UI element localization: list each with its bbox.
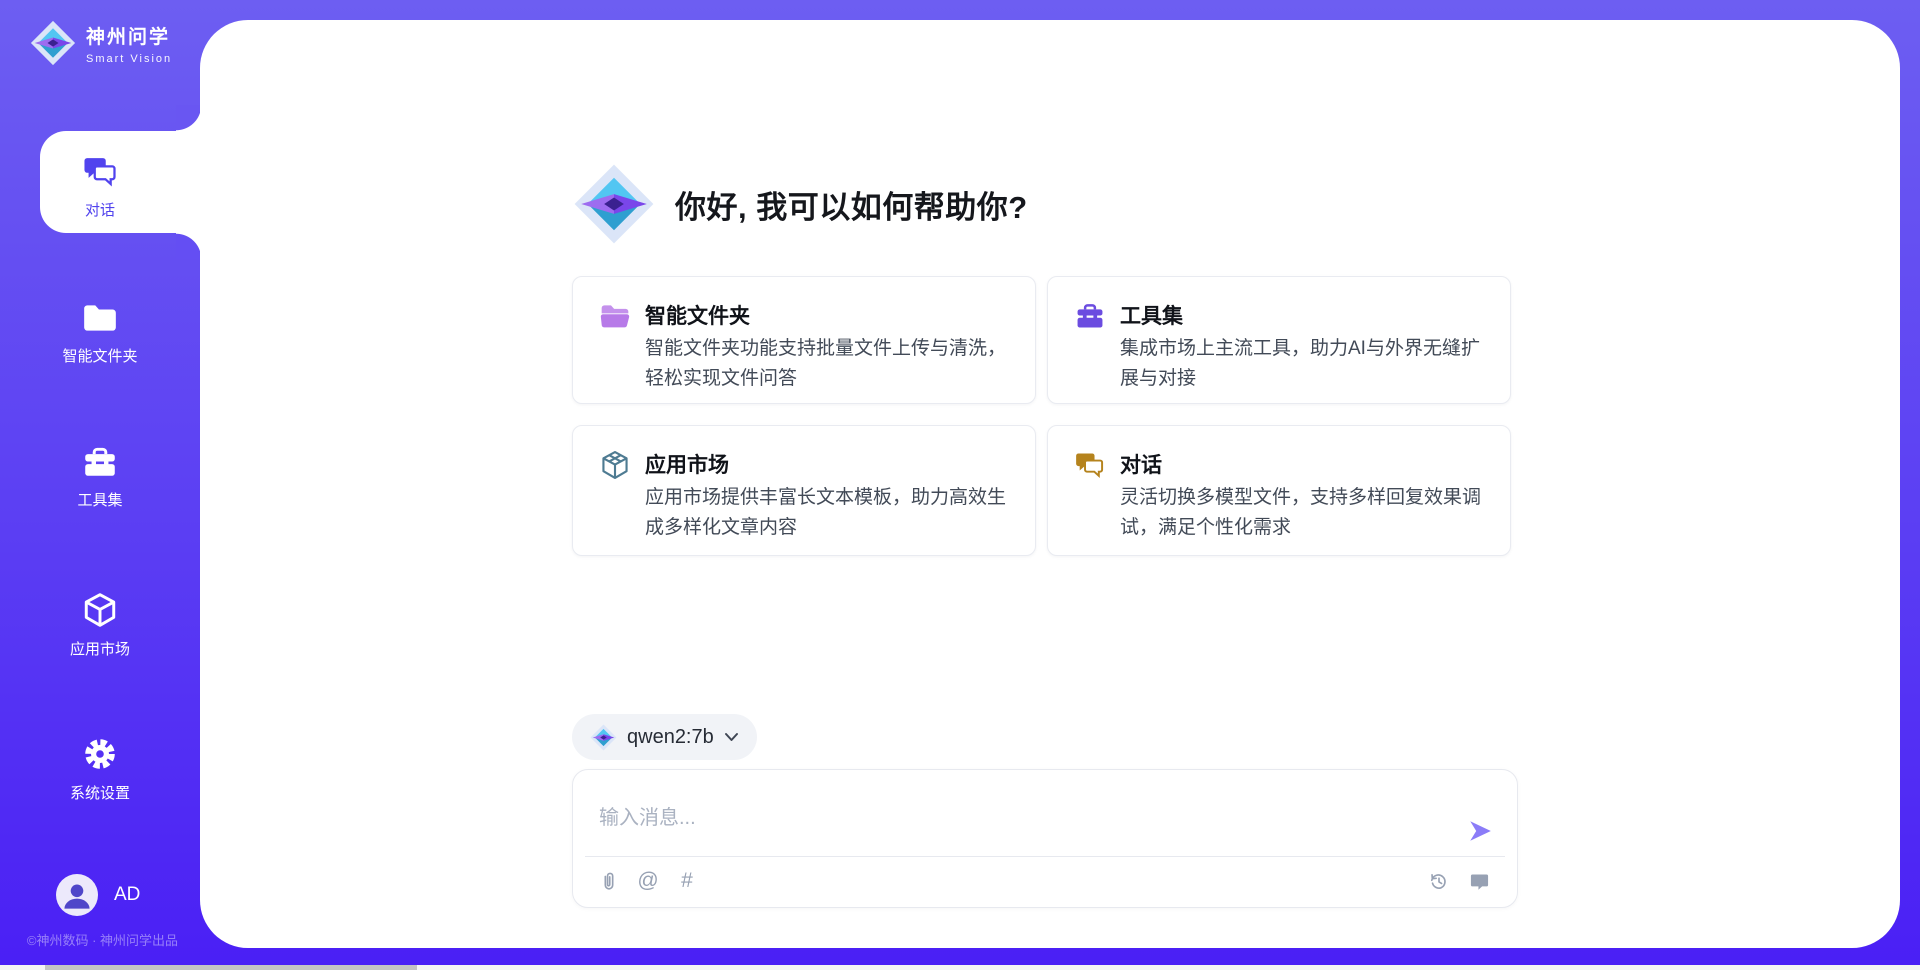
sidebar-item-label: 智能文件夹 (62, 345, 137, 366)
brand-subtitle: Smart Vision (86, 53, 172, 65)
folder-icon (81, 300, 119, 336)
horizontal-scrollbar (0, 965, 1920, 970)
card-description: 智能文件夹功能支持批量文件上传与清洗，轻松实现文件问答 (645, 334, 1021, 394)
message-composer: @ # (572, 769, 1518, 908)
sidebar-item-label: 应用市场 (70, 638, 130, 659)
feature-card-toolset[interactable]: 工具集 集成市场上主流工具，助力AI与外界无缝扩展与对接 (1047, 276, 1511, 404)
card-title: 智能文件夹 (645, 300, 750, 330)
feature-card-app-market[interactable]: 应用市场 应用市场提供丰富长文本模板，助力高效生成多样化文章内容 (572, 425, 1036, 556)
model-name: qwen2:7b (627, 726, 714, 749)
history-icon (1428, 870, 1450, 892)
attach-file-button[interactable] (597, 869, 621, 893)
user-initials: AD (114, 884, 140, 906)
composer-divider (585, 856, 1505, 857)
greeting-text: 你好, 我可以如何帮助你? (675, 182, 1028, 227)
topic-button[interactable]: # (675, 869, 699, 893)
card-description: 灵活切换多模型文件，支持多样回复效果调试，满足个性化需求 (1120, 483, 1496, 543)
toolbox-icon (81, 444, 119, 480)
new-chat-button[interactable] (1467, 869, 1491, 893)
hash-icon: # (681, 869, 693, 893)
history-button[interactable] (1427, 869, 1451, 893)
user-icon (56, 874, 98, 916)
sidebar-item-label: 系统设置 (70, 782, 130, 803)
model-diamond-icon (590, 724, 617, 751)
card-title: 工具集 (1120, 300, 1183, 330)
brand-logo: 神州问学 Smart Vision (30, 20, 172, 66)
gear-icon (81, 735, 119, 773)
paperclip-icon (598, 869, 620, 893)
card-description: 集成市场上主流工具，助力AI与外界无缝扩展与对接 (1120, 334, 1496, 394)
card-title: 对话 (1120, 449, 1162, 479)
active-tab-fillet-bottom (176, 233, 202, 259)
feature-card-smart-folder[interactable]: 智能文件夹 智能文件夹功能支持批量文件上传与清洗，轻松实现文件问答 (572, 276, 1036, 404)
message-input[interactable] (597, 798, 1437, 838)
sidebar-item-toolset[interactable]: 工具集 (0, 444, 200, 510)
chevron-down-icon (724, 732, 739, 743)
user-profile[interactable]: AD (56, 874, 140, 916)
greeting-block: 你好, 我可以如何帮助你? (573, 163, 1028, 245)
folder-icon (599, 300, 631, 332)
cube-icon (81, 591, 119, 629)
scrollbar-thumb[interactable] (45, 965, 417, 970)
main-content-panel: 你好, 我可以如何帮助你? 智能文件夹 智能文件夹功能支持批量文件上传与清洗，轻… (200, 20, 1900, 948)
sidebar-item-label: 对话 (85, 199, 115, 220)
active-tab-fillet-top (176, 105, 202, 131)
card-description: 应用市场提供丰富长文本模板，助力高效生成多样化文章内容 (645, 483, 1021, 543)
brand-name: 神州问学 (86, 22, 172, 49)
card-title: 应用市场 (645, 449, 729, 479)
sidebar-item-smart-folder[interactable]: 智能文件夹 (0, 300, 200, 366)
at-icon: @ (637, 869, 658, 893)
sidebar-item-chat[interactable]: 对话 (0, 153, 200, 220)
comment-icon (1469, 871, 1490, 892)
feature-card-chat[interactable]: 对话 灵活切换多模型文件，支持多样回复效果调试，满足个性化需求 (1047, 425, 1511, 556)
sidebar-item-settings[interactable]: 系统设置 (0, 735, 200, 803)
brand-diamond-icon (30, 20, 76, 66)
assistant-diamond-icon (573, 163, 655, 245)
avatar (56, 874, 98, 916)
model-selector[interactable]: qwen2:7b (572, 714, 757, 760)
mention-button[interactable]: @ (636, 869, 660, 893)
sidebar-item-label: 工具集 (77, 489, 122, 510)
chat-icon (82, 153, 119, 190)
chat-icon (1074, 449, 1106, 481)
sidebar-item-app-market[interactable]: 应用市场 (0, 591, 200, 659)
cube-icon (599, 449, 631, 481)
send-icon[interactable] (1467, 818, 1493, 844)
sidebar-footer: ©神州数码 · 神州问学出品 (0, 930, 205, 949)
toolbox-icon (1074, 300, 1106, 332)
